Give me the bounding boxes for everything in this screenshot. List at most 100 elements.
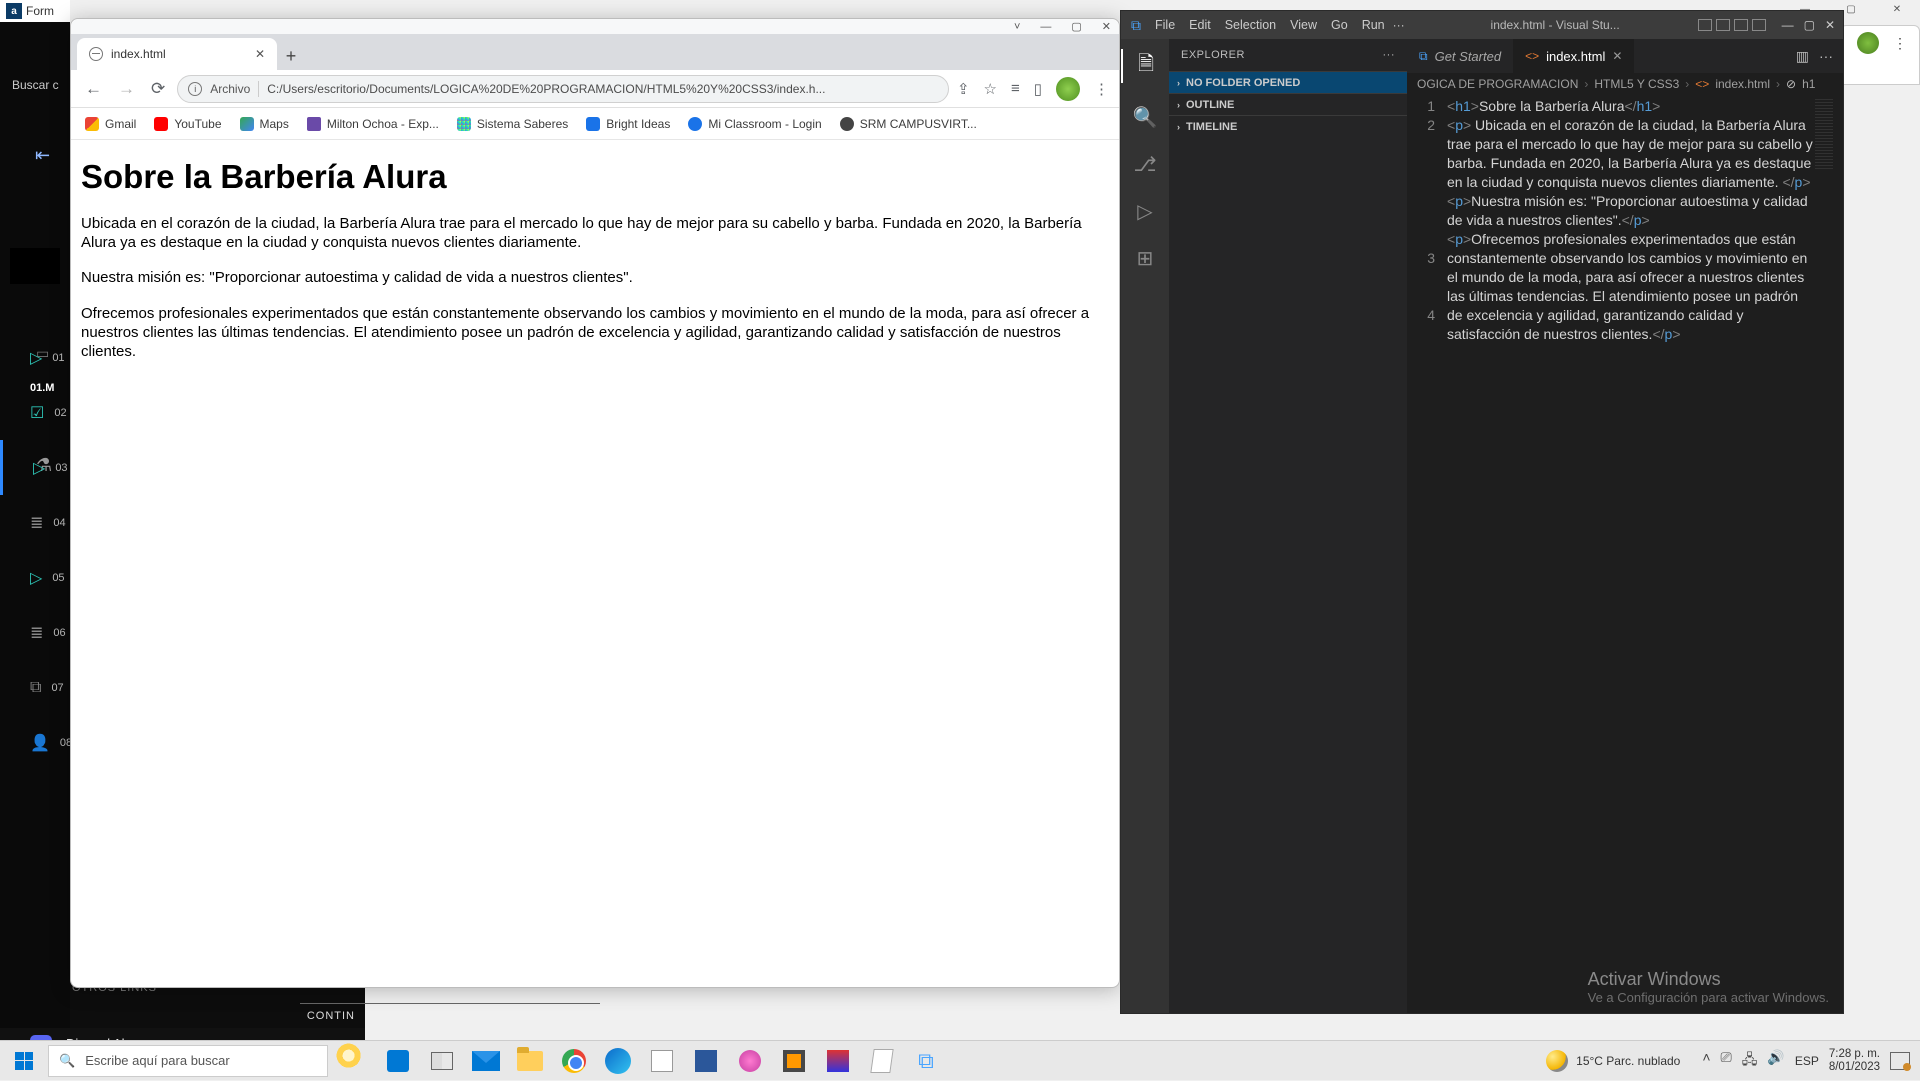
alura-item-06[interactable]: ≣06 [0,605,70,660]
mail-button[interactable] [466,1041,506,1081]
tray-location-icon[interactable]: ⎚ [1721,1049,1732,1073]
collapse-icon[interactable]: ⇤ [35,145,50,166]
extensions-icon[interactable]: ⊞ [1137,246,1154,271]
bookmark-saberes[interactable]: Sistema Saberes [457,117,568,131]
alura-item-01[interactable]: ▷01 [0,330,70,385]
bookmark-bright[interactable]: Bright Ideas [586,117,670,131]
menu-icon[interactable]: ⋮ [1893,35,1907,52]
explorer-more-icon[interactable]: ··· [1383,49,1396,61]
section-no-folder[interactable]: ›NO FOLDER OPENED [1169,71,1407,93]
menu-edit[interactable]: Edit [1189,18,1211,32]
weather-widget[interactable]: 15°C Parc. nublado [1546,1050,1680,1072]
classroom-icon [688,117,702,131]
word-button[interactable] [686,1041,726,1081]
taskbar-search[interactable]: 🔍 Escribe aquí para buscar [48,1045,328,1077]
notifications-button[interactable] [1890,1052,1910,1070]
chrome-minimize-button[interactable]: — [1040,21,1051,33]
info-icon[interactable]: i [188,82,202,96]
alura-tab[interactable]: a Form [0,0,70,22]
alura-item-03[interactable]: ▷03 [0,440,70,495]
chrome-maximize-button[interactable]: ▢ [1071,20,1081,33]
task-view-button[interactable] [422,1041,462,1081]
tab-get-started[interactable]: ⧉Get Started [1407,39,1513,73]
ms-store-button[interactable] [378,1041,418,1081]
tab-index-html[interactable]: <>index.html✕ [1513,39,1634,73]
reload-button[interactable]: ⟳ [147,79,169,99]
cortana-button[interactable] [334,1041,374,1081]
editor-more-icon[interactable]: ··· [1819,48,1833,64]
menu-run[interactable]: Run [1362,18,1385,32]
layout-controls[interactable] [1698,19,1774,31]
calendar-button[interactable] [642,1041,682,1081]
minimap[interactable] [1813,95,1843,1013]
code-content[interactable]: <h1>Sobre la Barbería Alura</h1> <p> Ubi… [1447,95,1843,1013]
forward-button[interactable]: → [114,79,139,99]
breadcrumb[interactable]: OGICA DE PROGRAMACION› HTML5 Y CSS3› <>i… [1407,73,1843,95]
pink-app-button[interactable] [730,1041,770,1081]
browser-tab-index[interactable]: index.html ✕ [77,38,277,70]
vscode-maximize-button[interactable]: ▢ [1804,18,1815,32]
explorer-icon[interactable]: 🗎 [1121,49,1169,83]
star-icon[interactable]: ☆ [984,80,997,98]
new-tab-button[interactable]: + [277,42,305,70]
alura-item-05[interactable]: ▷05 [0,550,70,605]
start-button[interactable] [0,1041,48,1081]
bg-close-button[interactable]: ✕ [1874,0,1920,18]
alura-search-label[interactable]: Buscar c [12,78,59,92]
alura-item-08[interactable]: 👤08 [0,715,70,770]
chrome-button[interactable] [554,1041,594,1081]
vscode-titlebar[interactable]: ⧉ File Edit Selection View Go Run ··· in… [1121,11,1843,39]
section-timeline[interactable]: ›TIMELINE [1169,115,1407,137]
tab-close-button[interactable]: ✕ [255,47,265,61]
bookmark-youtube[interactable]: YouTube [154,117,221,131]
vscode-close-button[interactable]: ✕ [1825,18,1835,32]
continue-label[interactable]: CONTIN [307,1010,355,1022]
reader-icon[interactable]: ≡ [1011,80,1020,97]
tray-volume-icon[interactable]: 🔊 [1767,1049,1784,1073]
bookmark-srm[interactable]: SRM CAMPUSVIRT... [840,117,977,131]
bookmark-gmail[interactable]: Gmail [85,117,136,131]
chrome-close-button[interactable]: ✕ [1102,20,1111,33]
vscode-minimize-button[interactable]: — [1782,18,1794,32]
section-outline[interactable]: ›OUTLINE [1169,93,1407,115]
chrome-titlebar[interactable]: ˅ — ▢ ✕ [71,19,1119,34]
menu-view[interactable]: View [1290,18,1317,32]
taskbar-clock[interactable]: 7:28 p. m. 8/01/2023 [1829,1048,1880,1073]
alura-item-04[interactable]: ≣04 [0,495,70,550]
language-indicator[interactable]: ESP [1795,1054,1819,1068]
background-browser-window[interactable]: ⋮ [1840,25,1920,85]
alura-item-07[interactable]: ⧉07 [0,660,70,715]
color-app-button[interactable] [818,1041,858,1081]
back-button[interactable]: ← [81,79,106,99]
menu-overflow[interactable]: ··· [1385,18,1413,32]
menu-file[interactable]: File [1155,18,1175,32]
share-icon[interactable]: ⇪ [957,80,970,98]
alura-tab-label: Form [26,4,54,18]
chevron-right-icon: › [1177,100,1180,110]
vscode-button[interactable]: ⧉ [906,1041,946,1081]
sidepanel-icon[interactable]: ▯ [1034,80,1042,98]
tray-chevron-icon[interactable]: ˄ [1702,1049,1710,1073]
explorer-button[interactable] [510,1041,550,1081]
code-editor[interactable]: 1 2 3 4 <h1>Sobre la Barbería Alura</h1>… [1407,95,1843,1013]
bookmark-milton[interactable]: Milton Ochoa - Exp... [307,117,439,131]
bookmark-classroom[interactable]: Mi Classroom - Login [688,117,821,131]
chrome-chevron-button[interactable]: ˅ [1014,21,1020,33]
sublime-button[interactable] [774,1041,814,1081]
menu-selection[interactable]: Selection [1225,18,1276,32]
split-editor-icon[interactable]: ▥ [1796,48,1809,65]
tab-close-icon[interactable]: ✕ [1612,49,1622,63]
avatar-icon[interactable] [1857,32,1879,54]
alura-item-02[interactable]: ☑02 [0,385,70,440]
profile-avatar[interactable] [1056,77,1080,101]
notepad-button[interactable] [862,1041,902,1081]
tray-network-icon[interactable]: 🖧 [1742,1049,1758,1073]
bookmark-maps[interactable]: Maps [240,117,289,131]
chrome-menu-icon[interactable]: ⋮ [1094,80,1109,98]
edge-button[interactable] [598,1041,638,1081]
search-icon[interactable]: 🔍 [1133,105,1158,130]
run-debug-icon[interactable]: ▷ [1137,199,1152,224]
source-control-icon[interactable]: ⎇ [1133,152,1156,177]
menu-go[interactable]: Go [1331,18,1348,32]
address-bar[interactable]: i Archivo C:/Users/escritorio/Documents/… [177,75,949,103]
